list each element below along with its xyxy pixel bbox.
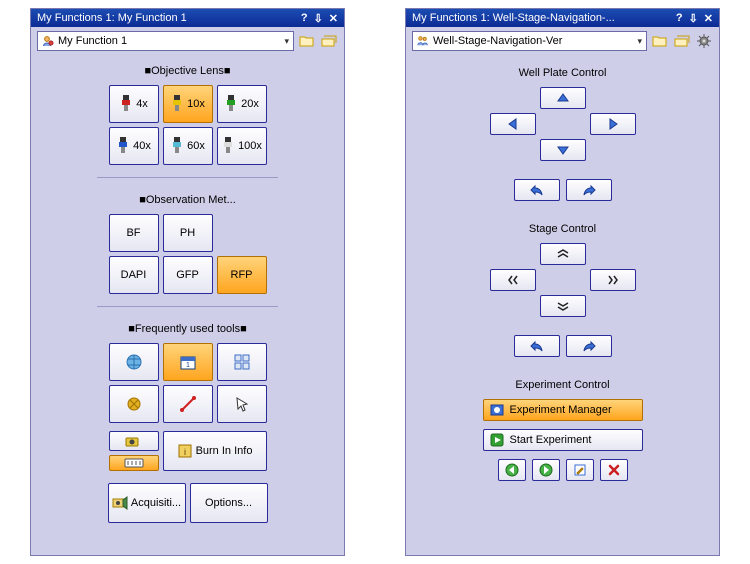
function-select-dropdown-right[interactable]: Well-Stage-Navigation-Ver ▾ xyxy=(412,31,647,51)
objective-100x-button[interactable]: 100x xyxy=(217,127,267,165)
stage-undo-button[interactable] xyxy=(514,335,560,357)
observation-ph-button[interactable]: PH xyxy=(163,214,213,252)
observation-gfp-button[interactable]: GFP xyxy=(163,256,213,294)
well-left-button[interactable] xyxy=(490,113,536,135)
tool-calendar-button[interactable]: 1 xyxy=(163,343,213,381)
tools-grid-1: 1 xyxy=(109,343,267,423)
experiment-title: Experiment Control xyxy=(515,379,609,391)
titlebar-right: My Functions 1: Well-Stage-Navigation-..… xyxy=(406,9,719,27)
people-icon xyxy=(417,35,429,47)
gear-icon[interactable] xyxy=(695,32,713,50)
exp-next-button[interactable] xyxy=(532,459,560,481)
separator xyxy=(97,306,278,307)
options-button[interactable]: Options... xyxy=(190,483,268,523)
well-down-button[interactable] xyxy=(540,139,586,161)
panel-my-function-1: My Functions 1: My Function 1 ? ⇩ ✕ My F… xyxy=(30,8,345,556)
separator xyxy=(97,177,278,178)
observation-title: ■Observation Met... xyxy=(139,194,236,206)
observation-grid: BF PH DAPI GFP RFP xyxy=(109,214,267,294)
stage-down-button[interactable] xyxy=(540,295,586,317)
well-plate-arrow-pad xyxy=(490,87,636,161)
well-redo-button[interactable] xyxy=(566,179,612,201)
title-text: My Functions 1: Well-Stage-Navigation-..… xyxy=(412,12,615,24)
tool-keyboard-button[interactable] xyxy=(109,455,159,471)
function-selector-row-right: Well-Stage-Navigation-Ver ▾ xyxy=(406,27,719,55)
objective-lens-grid: 4x 10x 20x 40x 60x xyxy=(109,85,267,165)
observation-bf-button[interactable]: BF xyxy=(109,214,159,252)
svg-text:i: i xyxy=(184,447,186,457)
titlebar-left: My Functions 1: My Function 1 ? ⇩ ✕ xyxy=(31,9,344,27)
close-icon[interactable]: ✕ xyxy=(329,12,338,25)
person-icon xyxy=(42,35,54,47)
acquisition-button[interactable]: Acquisiti... xyxy=(108,483,186,523)
dropdown-text: Well-Stage-Navigation-Ver xyxy=(433,35,633,47)
observation-rfp-button[interactable]: RFP xyxy=(217,256,267,294)
folder-stack-icon[interactable] xyxy=(673,32,691,50)
pin-icon[interactable]: ⇩ xyxy=(689,12,698,25)
svg-text:1: 1 xyxy=(186,362,190,369)
stage-right-button[interactable] xyxy=(590,269,636,291)
stage-up-button[interactable] xyxy=(540,243,586,265)
experiment-manager-button[interactable]: Experiment Manager xyxy=(483,399,643,421)
objective-20x-button[interactable]: 20x xyxy=(217,85,267,123)
tool-grid-button[interactable] xyxy=(217,343,267,381)
exp-edit-button[interactable] xyxy=(566,459,594,481)
well-up-button[interactable] xyxy=(540,87,586,109)
tools-grid-2: i Burn In Info xyxy=(109,431,267,471)
well-undo-button[interactable] xyxy=(514,179,560,201)
close-icon[interactable]: ✕ xyxy=(704,12,713,25)
tools-grid-3: Acquisiti... Options... xyxy=(108,483,268,523)
exp-prev-button[interactable] xyxy=(498,459,526,481)
folder-stack-icon[interactable] xyxy=(320,32,338,50)
well-plate-title: Well Plate Control xyxy=(519,67,607,79)
stage-redo-button[interactable] xyxy=(566,335,612,357)
dropdown-text: My Function 1 xyxy=(58,35,280,47)
panel-well-stage-nav: My Functions 1: Well-Stage-Navigation-..… xyxy=(405,8,720,556)
burn-in-info-button[interactable]: i Burn In Info xyxy=(163,431,267,471)
objective-60x-button[interactable]: 60x xyxy=(163,127,213,165)
tools-title: ■Frequently used tools■ xyxy=(128,323,246,335)
tool-camera-button[interactable] xyxy=(109,431,159,451)
help-icon[interactable]: ? xyxy=(301,12,308,25)
folder-open-icon[interactable] xyxy=(651,32,669,50)
title-text: My Functions 1: My Function 1 xyxy=(37,12,187,24)
chevron-down-icon: ▾ xyxy=(637,36,642,47)
objective-10x-button[interactable]: 10x xyxy=(163,85,213,123)
start-experiment-button[interactable]: Start Experiment xyxy=(483,429,643,451)
observation-dapi-button[interactable]: DAPI xyxy=(109,256,159,294)
tool-globe-button[interactable] xyxy=(109,343,159,381)
tool-measure-button[interactable] xyxy=(163,385,213,423)
objective-lens-title: ■Objective Lens■ xyxy=(144,65,230,77)
stage-title: Stage Control xyxy=(529,223,596,235)
function-selector-row: My Function 1 ▾ xyxy=(31,27,344,55)
objective-4x-button[interactable]: 4x xyxy=(109,85,159,123)
pin-icon[interactable]: ⇩ xyxy=(314,12,323,25)
help-icon[interactable]: ? xyxy=(676,12,683,25)
tool-pointer-button[interactable] xyxy=(217,385,267,423)
objective-40x-button[interactable]: 40x xyxy=(109,127,159,165)
folder-open-icon[interactable] xyxy=(298,32,316,50)
function-select-dropdown[interactable]: My Function 1 ▾ xyxy=(37,31,294,51)
exp-delete-button[interactable] xyxy=(600,459,628,481)
well-right-button[interactable] xyxy=(590,113,636,135)
stage-arrow-pad xyxy=(490,243,636,317)
chevron-down-icon: ▾ xyxy=(284,36,289,47)
stage-left-button[interactable] xyxy=(490,269,536,291)
tool-contrast-button[interactable] xyxy=(109,385,159,423)
